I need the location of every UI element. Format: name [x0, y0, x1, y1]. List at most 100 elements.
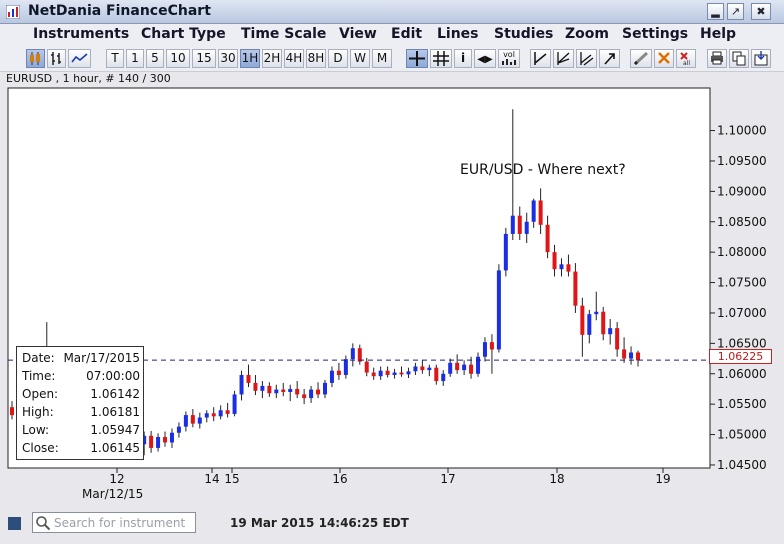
candle-body [448, 362, 453, 374]
fan-lines-button[interactable] [553, 49, 574, 68]
candle-body [364, 361, 369, 373]
candle-body [10, 407, 14, 416]
timescale-2h-button[interactable]: 2H [262, 49, 282, 68]
trendline-button[interactable] [530, 49, 551, 68]
pencil-icon [633, 51, 649, 66]
delete-all-button[interactable]: all [676, 49, 696, 68]
minimize-button[interactable]: ▂ [707, 3, 724, 20]
export-button[interactable] [751, 49, 771, 68]
delete-line-button[interactable] [654, 49, 674, 68]
x-tick-label: 12 [109, 472, 124, 486]
crosshair-icon [409, 51, 425, 66]
candlestick-chart-button[interactable] [26, 49, 45, 68]
info-row-date: Date: Mar/17/2015 [22, 351, 140, 365]
info-row-open: Open: 1.06142 [22, 387, 140, 401]
candle-body [316, 389, 321, 395]
timescale-10-button[interactable]: 10 [166, 49, 190, 68]
menu-lines[interactable]: Lines [437, 26, 479, 42]
menu-time-scale[interactable]: Time Scale [241, 26, 326, 42]
candle-body [392, 372, 397, 375]
candle-body [622, 349, 627, 359]
arrow-icon [604, 53, 615, 65]
menu-instruments[interactable]: Instruments [33, 26, 129, 42]
grid-icon [433, 51, 449, 66]
candle-body [434, 367, 439, 382]
timescale-30-button[interactable]: 30 [218, 49, 238, 68]
bar-chart-button[interactable] [47, 49, 66, 68]
line-chart-button[interactable] [68, 49, 91, 68]
close-button[interactable]: ✖ [751, 3, 771, 20]
menu-help[interactable]: Help [700, 26, 736, 42]
grid-button[interactable] [430, 49, 452, 68]
pan-button[interactable]: ◀▶ [474, 49, 496, 68]
candle-body [552, 252, 557, 270]
search-input[interactable] [54, 514, 192, 531]
timescale-t-button[interactable]: T [106, 49, 124, 68]
app-chart-icon [6, 5, 20, 19]
printer-icon [711, 51, 723, 65]
menu-zoom[interactable]: Zoom [565, 26, 609, 42]
candle-body [587, 314, 592, 335]
candle-body [302, 394, 307, 399]
channel-button[interactable] [576, 49, 597, 68]
timescale-m-button[interactable]: M [372, 49, 392, 68]
instrument-search[interactable] [32, 512, 196, 533]
candle-body [197, 417, 202, 424]
candle-body [538, 200, 543, 225]
candle-body [281, 389, 286, 392]
menu-edit[interactable]: Edit [391, 26, 422, 42]
candle-body [441, 373, 446, 382]
arrow-button[interactable] [599, 49, 620, 68]
candle-body [413, 366, 418, 372]
candle-body [566, 264, 571, 272]
toolbar: T 1 5 10 15 30 1H 2H 4H 8H D W M i ◀▶ vo… [0, 46, 784, 72]
candle-body [239, 374, 244, 395]
candle-body [204, 413, 209, 418]
menu-view[interactable]: View [339, 26, 377, 42]
info-row-low: Low: 1.05947 [22, 423, 140, 437]
volume-button[interactable]: vol [498, 49, 520, 68]
candle-body [371, 372, 376, 377]
candle-body [288, 388, 293, 392]
candle-body [350, 348, 355, 360]
x-tick-label: 14 [204, 472, 219, 486]
menu-settings[interactable]: Settings [622, 26, 688, 42]
candle-body [455, 362, 460, 371]
candle-body [253, 382, 258, 391]
x-tick-label: 16 [332, 472, 347, 486]
x-tick-label: 18 [549, 472, 564, 486]
timescale-1-button[interactable]: 1 [126, 49, 144, 68]
candle-body [295, 388, 300, 395]
timescale-15-button[interactable]: 15 [192, 49, 216, 68]
print-button[interactable] [707, 49, 727, 68]
export-icon [754, 51, 768, 66]
maximize-button[interactable]: ↗ [727, 3, 744, 20]
candle-body [260, 385, 265, 391]
menu-studies[interactable]: Studies [494, 26, 553, 42]
close-icon: ✖ [756, 5, 766, 18]
candle-body [190, 415, 195, 424]
y-tick-label: 1.10000 [717, 124, 767, 138]
status-square-icon [8, 517, 21, 530]
candle-body [503, 233, 508, 271]
timescale-4h-button[interactable]: 4H [284, 49, 304, 68]
candle-body [469, 364, 474, 374]
candle-body [559, 264, 564, 270]
timescale-w-button[interactable]: W [350, 49, 370, 68]
volume-bars-icon [502, 59, 516, 65]
copy-button[interactable] [729, 49, 749, 68]
crosshair-button[interactable] [406, 49, 428, 68]
timescale-8h-button[interactable]: 8H [306, 49, 326, 68]
x-tick-label: 19 [655, 472, 670, 486]
info-button[interactable]: i [454, 49, 472, 68]
candle-body [169, 432, 174, 443]
timescale-1h-button[interactable]: 1H [240, 49, 260, 68]
pencil-button[interactable] [630, 49, 652, 68]
timescale-d-button[interactable]: D [328, 49, 348, 68]
candle-body [420, 366, 425, 371]
menu-chart-type[interactable]: Chart Type [141, 26, 226, 42]
candle-body [615, 328, 620, 350]
candle-body [545, 224, 550, 253]
menu-bar: Instruments Chart Type Time Scale View E… [0, 24, 784, 46]
timescale-5-button[interactable]: 5 [146, 49, 164, 68]
